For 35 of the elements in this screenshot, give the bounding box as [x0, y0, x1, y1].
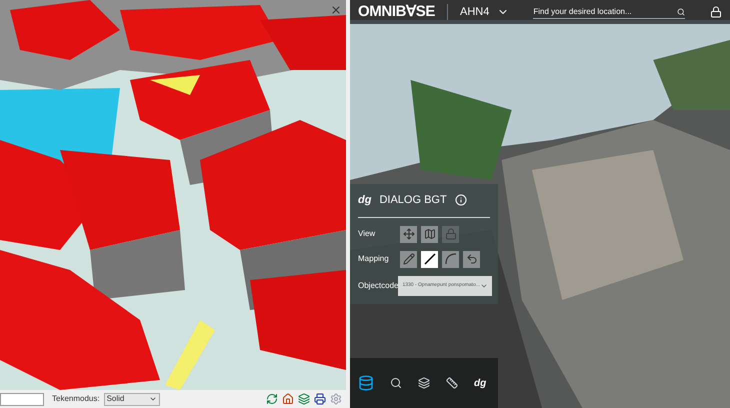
dataset-dropdown[interactable]: AHN4 — [460, 4, 510, 20]
print-icon[interactable] — [314, 393, 326, 405]
info-icon[interactable] — [454, 194, 467, 206]
location-search-field[interactable]: Find your desired location... — [533, 6, 686, 18]
database-icon[interactable] — [358, 375, 374, 391]
dg-logo[interactable]: dg — [474, 376, 486, 390]
ruler-icon[interactable] — [446, 377, 458, 389]
settings-icon[interactable] — [330, 393, 342, 405]
tool-button[interactable] — [421, 250, 438, 268]
caret-icon — [148, 395, 157, 403]
undo-icon — [466, 253, 478, 265]
refresh-icon[interactable] — [266, 393, 278, 405]
arc-icon — [444, 253, 456, 265]
home-icon[interactable] — [282, 393, 294, 405]
row-label: View — [358, 228, 376, 240]
tekenmodus-dropdown[interactable]: Solid — [104, 392, 160, 406]
search-icon[interactable] — [677, 8, 686, 16]
dropdown-value: Solid — [106, 393, 124, 405]
omnibase-logo: OMNIB∀SE — [358, 2, 436, 22]
objectcode-label: Objectcode — [358, 280, 398, 292]
point-search-icon[interactable] — [390, 377, 402, 389]
pencil-icon — [402, 253, 414, 265]
close-icon[interactable] — [330, 4, 342, 16]
dialog-title: DIALOG BGT — [379, 193, 447, 208]
tekenmodus-label: Tekenmodus: — [52, 393, 100, 405]
layers-icon[interactable] — [418, 377, 430, 389]
move-icon — [402, 228, 414, 240]
lock-icon[interactable] — [710, 6, 722, 18]
text-input-field[interactable] — [0, 392, 44, 406]
dataset-name: AHN4 — [460, 4, 490, 20]
row-label: Mapping — [358, 253, 390, 265]
lock-icon — [444, 228, 456, 240]
line-icon — [424, 253, 436, 265]
dg-logo: dg — [358, 193, 372, 208]
map-icon — [424, 228, 436, 240]
